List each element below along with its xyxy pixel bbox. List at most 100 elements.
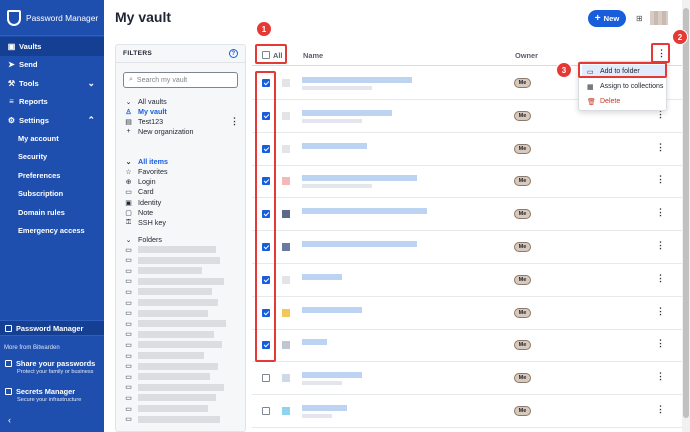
filter-note[interactable]: ▢ Note bbox=[124, 208, 153, 217]
filter-favorites[interactable]: ☆ Favorites bbox=[124, 167, 167, 176]
owner-badge: Me bbox=[514, 110, 531, 121]
column-header-name[interactable]: Name bbox=[303, 51, 323, 60]
product-switcher-password-manager[interactable]: Password Manager bbox=[0, 320, 104, 336]
sidebar-item-settings[interactable]: ⚙ Settings ⌃ bbox=[0, 111, 104, 130]
new-button[interactable]: + New bbox=[588, 10, 626, 27]
filter-all-items[interactable]: ⌄ All items bbox=[124, 157, 168, 166]
scrollbar[interactable] bbox=[682, 0, 690, 432]
item-name-redacted[interactable] bbox=[302, 208, 427, 215]
filter-login[interactable]: ⊕ Login bbox=[124, 177, 156, 186]
folder-item[interactable]: ▭ bbox=[124, 351, 138, 360]
sidebar-subitem-domain-rules[interactable]: Domain rules bbox=[0, 204, 104, 223]
filter-my-vault[interactable]: ♙ My vault bbox=[124, 107, 166, 116]
folder-item[interactable]: ▭ bbox=[124, 340, 138, 349]
folder-item[interactable]: ▭ bbox=[124, 277, 138, 286]
folder-item[interactable]: ▭ bbox=[124, 287, 138, 296]
filter-folders[interactable]: ⌄ Folders bbox=[124, 235, 162, 244]
item-name-redacted[interactable] bbox=[302, 109, 392, 116]
collection-icon: ▦ bbox=[587, 83, 594, 91]
table-row[interactable]: Me ⋮ bbox=[252, 329, 682, 363]
folder-item[interactable]: ▭ bbox=[124, 330, 138, 339]
row-options-icon[interactable]: ⋮ bbox=[656, 273, 665, 284]
item-favicon-icon bbox=[282, 144, 290, 153]
sidebar-subitem-subscription[interactable]: Subscription bbox=[0, 185, 104, 204]
row-options-icon[interactable]: ⋮ bbox=[656, 207, 665, 218]
menu-item-assign-to-collections[interactable]: ▦ Assign to collections bbox=[582, 80, 665, 93]
folder-item[interactable]: ▭ bbox=[124, 245, 138, 254]
folder-item[interactable]: ▭ bbox=[124, 309, 138, 318]
folder-item[interactable]: ▭ bbox=[124, 266, 138, 275]
row-options-icon[interactable]: ⋮ bbox=[656, 174, 665, 185]
product-grid-icon[interactable]: ⊞ bbox=[636, 14, 643, 23]
item-name-redacted[interactable] bbox=[302, 142, 367, 149]
row-options-icon[interactable]: ⋮ bbox=[656, 240, 665, 251]
folder-item[interactable]: ▭ bbox=[124, 362, 138, 371]
row-options-icon[interactable]: ⋮ bbox=[656, 306, 665, 317]
table-row[interactable]: Me ⋮ bbox=[252, 198, 682, 232]
folder-item[interactable]: ▭ bbox=[124, 298, 138, 307]
row-checkbox[interactable] bbox=[262, 374, 270, 383]
item-name-redacted[interactable] bbox=[302, 306, 362, 313]
folder-item[interactable]: ▭ bbox=[124, 415, 138, 424]
sidebar-item-reports[interactable]: ≡ Reports bbox=[0, 93, 104, 112]
item-name-redacted[interactable] bbox=[302, 241, 417, 247]
id-card-icon: ▣ bbox=[125, 199, 132, 207]
folder-item[interactable]: ▭ bbox=[124, 404, 138, 413]
row-checkbox[interactable] bbox=[262, 407, 270, 415]
table-row[interactable]: Me ⋮ bbox=[252, 395, 682, 428]
share-icon bbox=[5, 360, 12, 367]
row-options-icon[interactable]: ⋮ bbox=[656, 404, 665, 415]
table-row[interactable]: Me ⋮ bbox=[252, 362, 682, 396]
folder-item[interactable]: ▭ bbox=[124, 383, 138, 392]
filter-identity[interactable]: ▣ Identity bbox=[124, 198, 161, 207]
sidebar-item-vaults[interactable]: ▣ Vaults bbox=[0, 37, 104, 56]
filter-new-organization[interactable]: + New organization bbox=[124, 127, 193, 136]
filter-test123[interactable]: ▤ Test123 bbox=[124, 117, 163, 126]
send-icon: ➤ bbox=[8, 60, 15, 70]
item-name-redacted[interactable] bbox=[302, 175, 417, 182]
folder-name-redacted bbox=[138, 415, 220, 423]
row-options-icon[interactable]: ⋮ bbox=[656, 338, 665, 349]
owner-badge: Me bbox=[514, 274, 531, 285]
app-logo[interactable]: Password Manager bbox=[0, 0, 104, 36]
item-name-redacted[interactable] bbox=[302, 273, 342, 280]
table-row[interactable]: Me ⋮ bbox=[252, 264, 682, 297]
promo-subtitle: Secure your infrastructure bbox=[17, 397, 82, 403]
help-icon[interactable]: ? bbox=[229, 49, 238, 58]
promo-secrets-manager[interactable]: Secrets Manager Secure your infrastructur… bbox=[5, 387, 103, 403]
sidebar-item-send[interactable]: ➤ Send bbox=[0, 56, 104, 75]
avatar[interactable] bbox=[650, 11, 668, 25]
filter-all-vaults[interactable]: ⌄ All vaults bbox=[124, 97, 167, 106]
folder-item[interactable]: ▭ bbox=[124, 372, 138, 381]
filter-ssh-key[interactable]: ⚿ SSH key bbox=[124, 218, 166, 227]
column-header-owner[interactable]: Owner bbox=[515, 51, 538, 60]
row-options-icon[interactable]: ⋮ bbox=[656, 371, 665, 382]
sidebar-subitem-security[interactable]: Security bbox=[0, 148, 104, 167]
folder-item[interactable]: ▭ bbox=[124, 256, 138, 265]
sidebar-item-tools[interactable]: ⚒ Tools ⌄ bbox=[0, 74, 104, 93]
sidebar-subitem-preferences[interactable]: Preferences bbox=[0, 167, 104, 186]
table-row[interactable]: Me ⋮ bbox=[252, 297, 682, 330]
menu-item-delete[interactable]: 🗑 Delete bbox=[582, 95, 665, 108]
folder-item[interactable]: ▭ bbox=[124, 319, 138, 328]
gear-icon: ⚙ bbox=[7, 115, 16, 125]
item-name-redacted[interactable] bbox=[302, 405, 347, 411]
table-row[interactable]: Me ⋮ bbox=[252, 231, 682, 264]
organization-options-icon[interactable]: ⋮ bbox=[230, 116, 239, 127]
sidebar-subitem-my-account[interactable]: My account bbox=[0, 130, 104, 149]
filter-card[interactable]: ▭ Card bbox=[124, 187, 153, 196]
item-name-redacted[interactable] bbox=[302, 77, 412, 83]
search-input[interactable]: ⌕ Search my vault bbox=[123, 72, 238, 88]
promo-share-passwords[interactable]: Share your passwords Protect your family … bbox=[5, 359, 103, 375]
table-row[interactable]: Me ⋮ bbox=[252, 133, 682, 166]
sidebar-subitem-emergency-access[interactable]: Emergency access bbox=[0, 222, 104, 241]
item-name-redacted[interactable] bbox=[302, 372, 362, 379]
row-options-icon[interactable]: ⋮ bbox=[656, 142, 665, 153]
chevron-down-icon: ⌄ bbox=[125, 98, 132, 106]
collapse-sidebar-icon[interactable]: ‹ bbox=[8, 415, 11, 425]
scrollbar-thumb[interactable] bbox=[683, 8, 689, 418]
item-name-redacted[interactable] bbox=[302, 339, 327, 346]
folder-item[interactable]: ▭ bbox=[124, 393, 138, 402]
table-row[interactable]: Me ⋮ bbox=[252, 165, 682, 199]
globe-icon: ⊕ bbox=[125, 178, 132, 186]
